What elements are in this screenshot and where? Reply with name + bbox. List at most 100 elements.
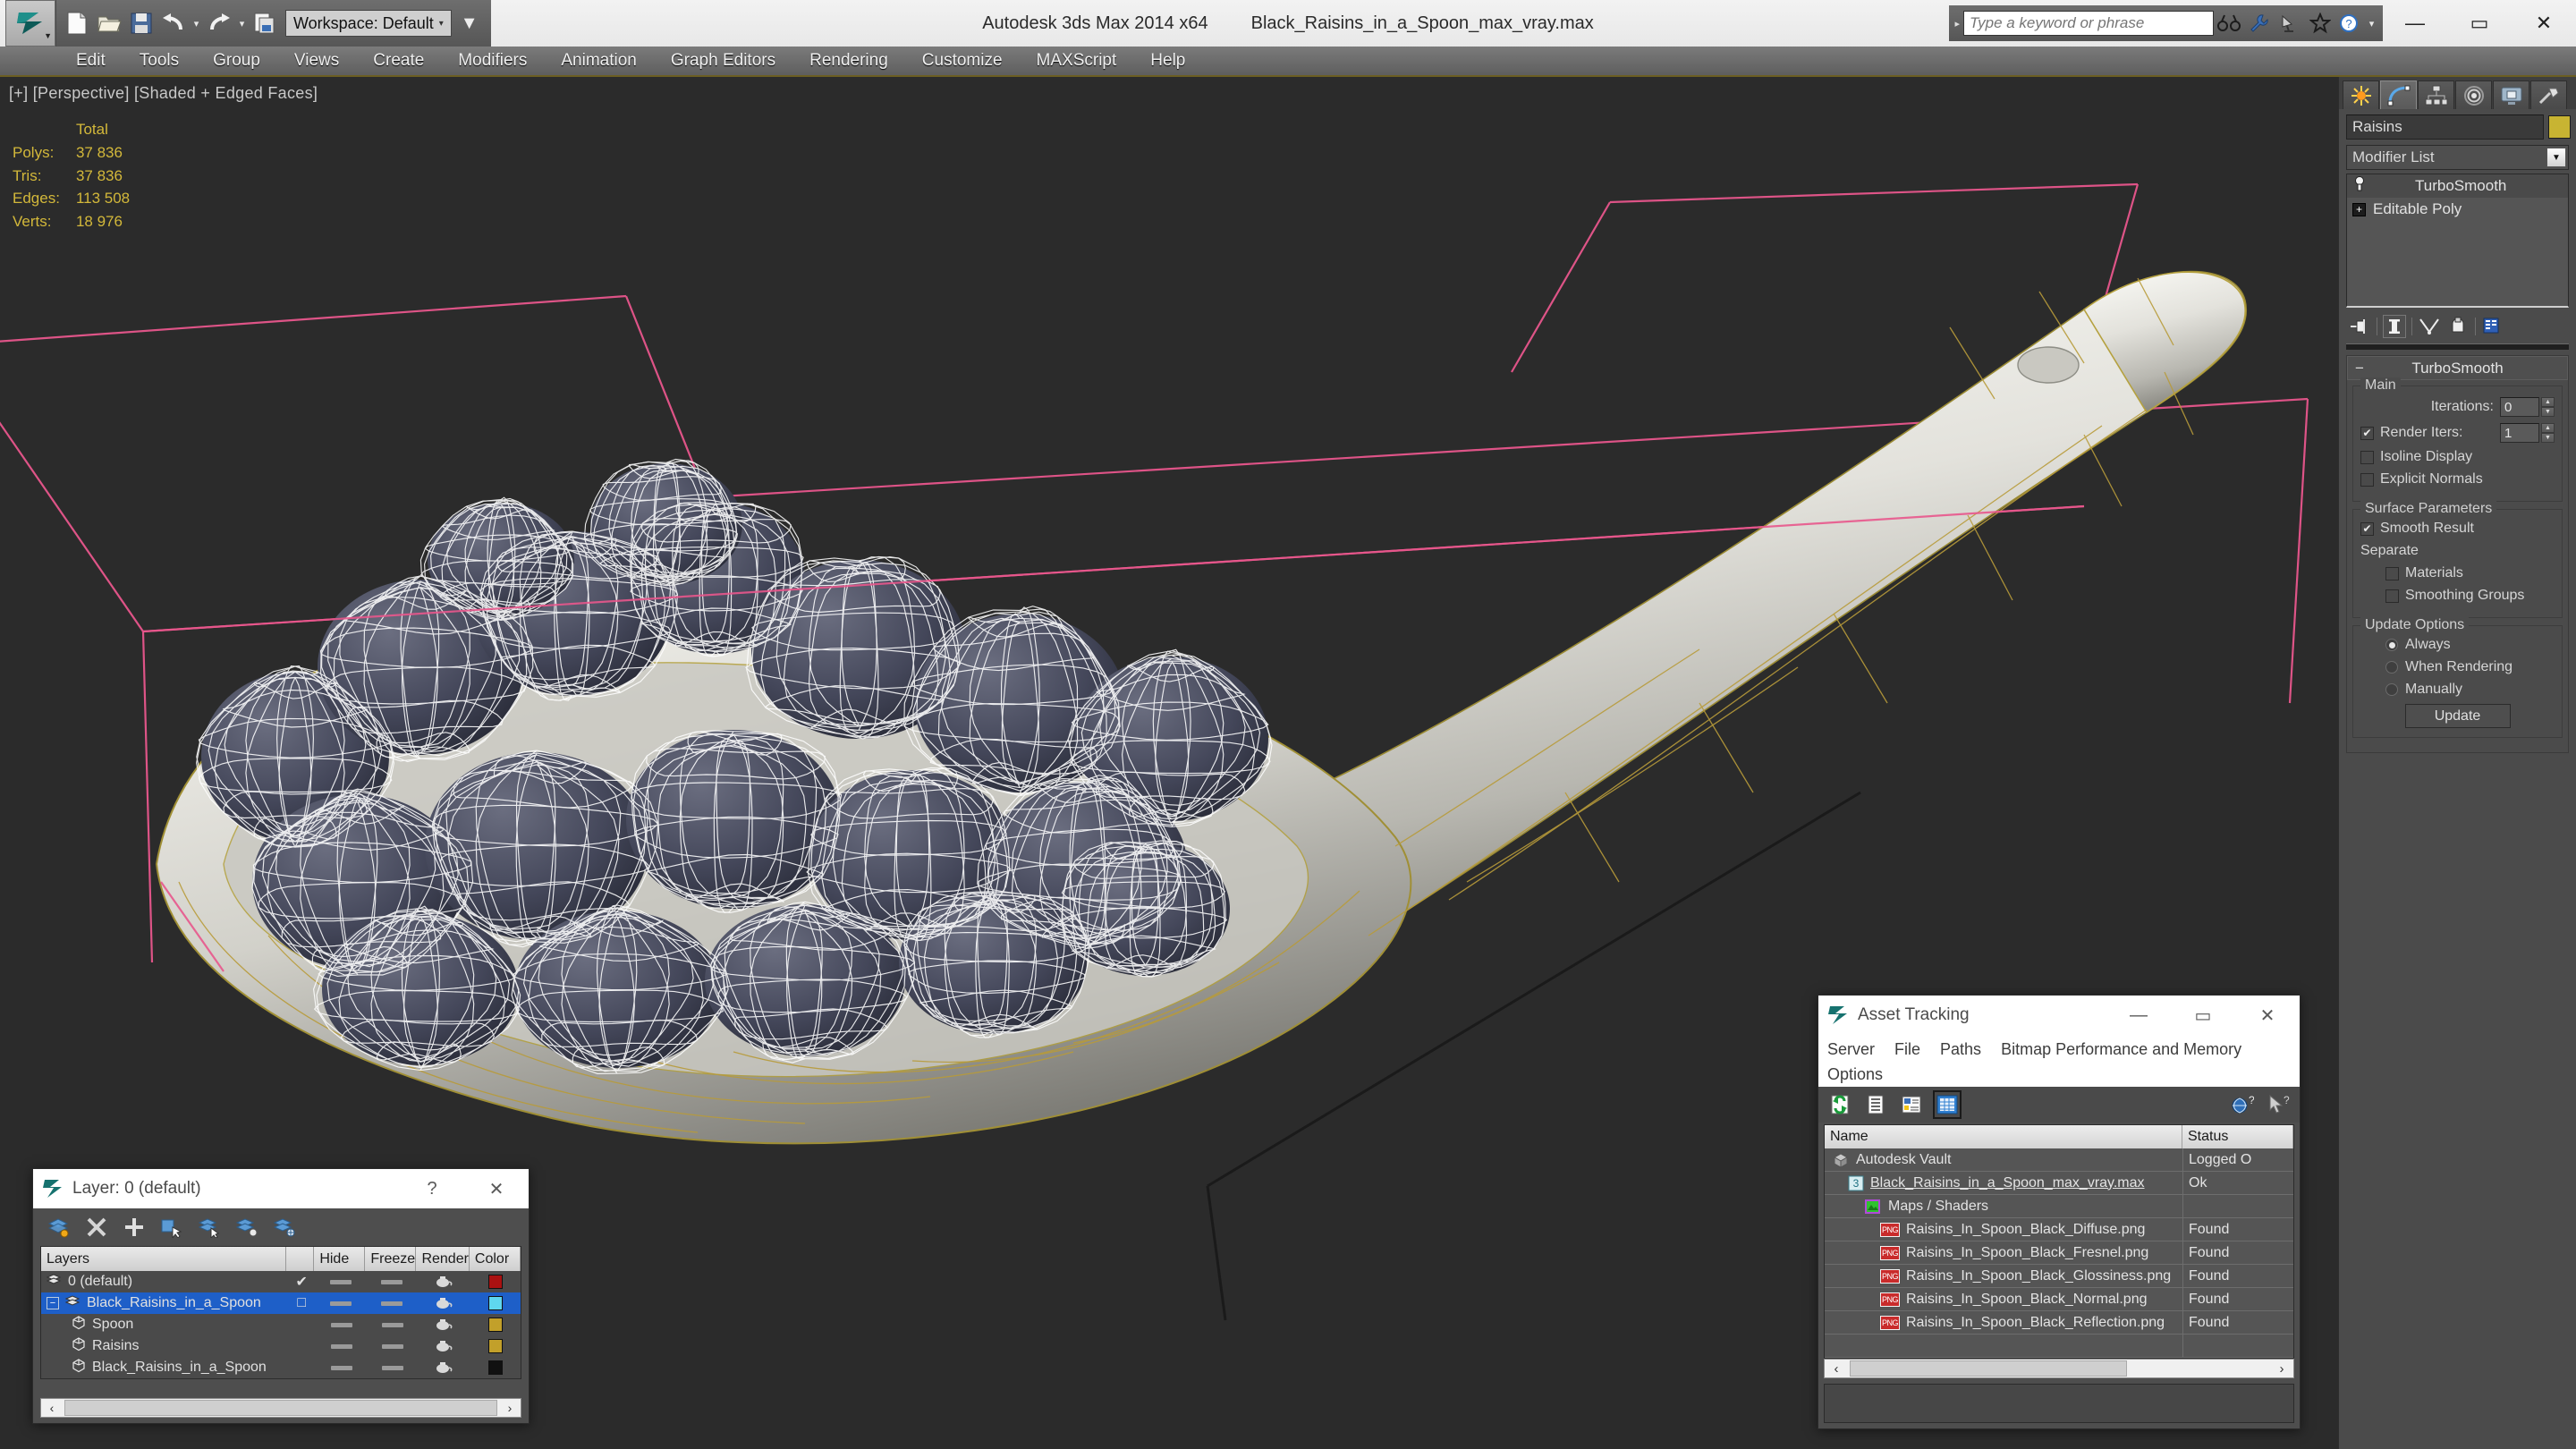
- scroll-left-arrow-icon[interactable]: ‹: [41, 1401, 63, 1415]
- make-unique-icon[interactable]: [2418, 315, 2441, 338]
- layer-column-header[interactable]: Hide: [314, 1247, 366, 1271]
- menu-item-create[interactable]: Create: [356, 46, 441, 76]
- asset-tracking-dialog[interactable]: Asset Tracking — ▭ ✕ Server File Paths Bitm…: [1818, 995, 2301, 1429]
- layer-name-cell[interactable]: Spoon: [41, 1315, 289, 1335]
- layer-row[interactable]: Black_Raisins_in_a_Spoon: [41, 1357, 521, 1378]
- checkbox-isoline-display[interactable]: [2360, 450, 2374, 464]
- asset-scroll-left-arrow-icon[interactable]: ‹: [1825, 1361, 1848, 1377]
- layer-hide-cell[interactable]: [317, 1343, 368, 1349]
- layer-color-cell[interactable]: [470, 1360, 521, 1375]
- color-swatch[interactable]: [487, 1318, 503, 1332]
- spinner-buttons[interactable]: ▲ ▼: [2541, 423, 2555, 443]
- radio-manually[interactable]: [2385, 683, 2398, 696]
- rollout-collapse-icon[interactable]: −: [2355, 360, 2364, 377]
- asset-name-cell[interactable]: PNG Raisins_In_Spoon_Black_Normal.png: [1825, 1292, 2182, 1308]
- layer-hide-cell[interactable]: [316, 1279, 367, 1284]
- search-input[interactable]: [1963, 11, 2214, 36]
- menu-item-modifiers[interactable]: Modifiers: [441, 46, 544, 76]
- object-name-field[interactable]: Raisins: [2346, 114, 2544, 140]
- search-expand-icon[interactable]: ▸: [1951, 18, 1963, 30]
- workspace-expand-icon[interactable]: ▼: [453, 13, 486, 34]
- configure-modifier-sets-icon[interactable]: [2481, 315, 2504, 338]
- radio-row[interactable]: Always: [2385, 637, 2555, 653]
- lightbulb-icon[interactable]: [2352, 175, 2367, 197]
- undo-icon[interactable]: [158, 8, 189, 38]
- checkbox-row[interactable]: Materials: [2385, 565, 2555, 581]
- asset-close-button[interactable]: ✕: [2235, 996, 2300, 1035]
- layer-freeze-cell[interactable]: [367, 1365, 418, 1370]
- checkbox-row[interactable]: Isoline Display: [2360, 449, 2555, 465]
- modify-tab-icon[interactable]: [2380, 80, 2417, 109]
- list-view-icon[interactable]: [1863, 1092, 1888, 1117]
- render-iters-checkbox[interactable]: [2360, 426, 2374, 440]
- rollout-header[interactable]: − TurboSmooth: [2347, 356, 2568, 380]
- asset-table[interactable]: Name Status Autodesk Vault Logged O 3 Black_…: [1824, 1124, 2294, 1359]
- menu-item-animation[interactable]: Animation: [544, 46, 654, 76]
- layer-color-cell[interactable]: [470, 1339, 521, 1353]
- layer-name-cell[interactable]: 0 (default): [41, 1273, 288, 1291]
- display-tab-icon[interactable]: [2493, 80, 2529, 109]
- menu-item-customize[interactable]: Customize: [905, 46, 1020, 76]
- layer-freeze-cell[interactable]: [367, 1279, 418, 1284]
- checkbox-smooth-result[interactable]: [2360, 521, 2374, 536]
- spinner-buttons[interactable]: ▲ ▼: [2541, 397, 2555, 417]
- asset-row[interactable]: PNG Raisins_In_Spoon_Black_Diffuse.png Fou…: [1825, 1217, 2293, 1241]
- color-swatch[interactable]: [487, 1296, 503, 1310]
- spinner-up-icon[interactable]: ▲: [2541, 397, 2555, 407]
- select-objects-icon[interactable]: [160, 1216, 183, 1239]
- layer-column-header[interactable]: Freeze: [365, 1247, 417, 1271]
- layer-row[interactable]: Spoon: [41, 1314, 521, 1335]
- color-swatch[interactable]: [487, 1360, 503, 1375]
- modifier-list-dropdown[interactable]: Modifier List ▼: [2346, 145, 2569, 170]
- asset-menu-server[interactable]: Server: [1827, 1040, 1875, 1059]
- layer-dialog-help-button[interactable]: ?: [400, 1169, 464, 1208]
- iterations-input[interactable]: 0: [2500, 397, 2539, 417]
- asset-menu-bitmap-performance-and-memory[interactable]: Bitmap Performance and Memory: [2001, 1040, 2241, 1059]
- checkbox-explicit-normals[interactable]: [2360, 472, 2374, 487]
- asset-name-cell[interactable]: PNG Raisins_In_Spoon_Black_Fresnel.png: [1825, 1245, 2182, 1261]
- layer-properties-icon[interactable]: [273, 1216, 296, 1239]
- app-menu-button[interactable]: ▼: [5, 0, 55, 47]
- asset-row[interactable]: PNG Raisins_In_Spoon_Black_Reflection.png…: [1825, 1310, 2293, 1335]
- save-file-icon[interactable]: [126, 8, 157, 38]
- grid-view-icon[interactable]: [1933, 1090, 1962, 1119]
- layer-row[interactable]: Raisins: [41, 1335, 521, 1357]
- update-button[interactable]: Update: [2404, 704, 2511, 728]
- minimize-button[interactable]: —: [2383, 0, 2447, 47]
- help-globe-icon[interactable]: ?: [2230, 1092, 2255, 1117]
- expand-plus-icon[interactable]: +: [2352, 202, 2366, 216]
- checkbox-row[interactable]: Smooth Result: [2360, 521, 2555, 537]
- open-file-icon[interactable]: [94, 8, 124, 38]
- asset-row[interactable]: PNG Raisins_In_Spoon_Black_Fresnel.png Fou…: [1825, 1241, 2293, 1265]
- delete-layer-icon[interactable]: [85, 1216, 108, 1239]
- layer-render-cell[interactable]: [417, 1296, 470, 1310]
- menu-item-views[interactable]: Views: [277, 46, 356, 76]
- radio-always[interactable]: [2385, 639, 2398, 651]
- spinner-down-icon[interactable]: ▼: [2541, 407, 2555, 417]
- layer-freeze-cell[interactable]: [367, 1343, 418, 1349]
- modifier-stack[interactable]: TurboSmooth + Editable Poly: [2346, 174, 2569, 308]
- layer-column-header[interactable]: Color: [470, 1247, 521, 1271]
- asset-column-header[interactable]: Name: [1825, 1125, 2182, 1148]
- asset-name-cell[interactable]: 3 Black_Raisins_in_a_Spoon_max_vray.max: [1825, 1175, 2182, 1191]
- asset-name-cell[interactable]: PNG Raisins_In_Spoon_Black_Reflection.png: [1825, 1315, 2182, 1331]
- asset-menu-options[interactable]: Options: [1827, 1065, 1883, 1084]
- layer-expander-icon[interactable]: −: [47, 1297, 59, 1309]
- layer-current-cell[interactable]: ✔: [288, 1273, 316, 1291]
- project-folder-icon[interactable]: [250, 8, 280, 38]
- layer-column-header[interactable]: [286, 1247, 315, 1271]
- layer-row[interactable]: 0 (default) ✔: [41, 1271, 521, 1292]
- asset-minimize-button[interactable]: —: [2106, 996, 2171, 1035]
- spinner-up-icon[interactable]: ▲: [2541, 423, 2555, 433]
- asset-row[interactable]: PNG Raisins_In_Spoon_Black_Normal.png Foun…: [1825, 1287, 2293, 1311]
- remove-modifier-icon[interactable]: [2446, 315, 2470, 338]
- redo-dropdown-caret-icon[interactable]: ▾: [236, 18, 248, 30]
- layer-column-header[interactable]: Layers: [41, 1247, 286, 1271]
- modifier-stack-item[interactable]: TurboSmooth: [2347, 174, 2568, 198]
- layer-name-cell[interactable]: − Black_Raisins_in_a_Spoon: [41, 1294, 288, 1312]
- layer-render-cell[interactable]: [418, 1360, 470, 1375]
- new-file-icon[interactable]: [62, 8, 92, 38]
- motion-tab-icon[interactable]: [2455, 80, 2492, 109]
- wrench-icon[interactable]: [2244, 9, 2275, 38]
- modifier-stack-item[interactable]: + Editable Poly: [2347, 198, 2568, 221]
